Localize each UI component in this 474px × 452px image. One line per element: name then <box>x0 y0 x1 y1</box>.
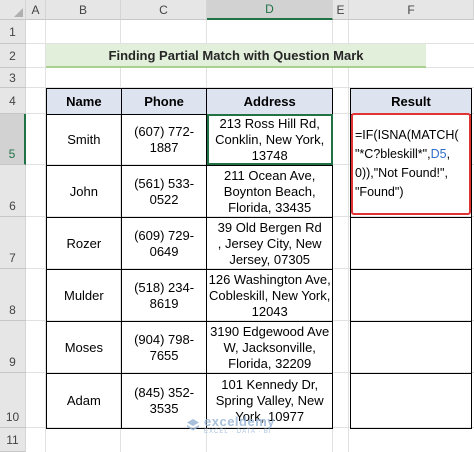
select-all-corner[interactable] <box>0 0 26 20</box>
formula-text: , <box>446 147 451 161</box>
row-header-5[interactable]: 5 <box>0 114 26 165</box>
address-line: 13748 <box>251 148 288 163</box>
address-cell[interactable]: 3190 Edgewood Ave W, Jacksonville, Florida… <box>206 321 333 374</box>
phone-line: 7655 <box>149 347 179 363</box>
row-header-7[interactable]: 7 <box>0 217 26 269</box>
address-line: 211 Ocean Ave, <box>224 167 316 183</box>
phone-line: 1887 <box>149 140 179 155</box>
column-header-e[interactable]: E <box>333 0 349 20</box>
formula-cell-reference: D5 <box>430 147 447 161</box>
formula-line: "*C?bleskill*",D5, <box>355 145 469 164</box>
name-cell[interactable]: John <box>46 165 122 218</box>
address-line: 101 Kennedy Dr, <box>221 377 319 392</box>
address-line: 39 Old Bergen Rd <box>217 219 322 235</box>
phone-line: (609) 729- <box>134 227 195 243</box>
address-cell[interactable]: 126 Washington Ave, Cobleskill, New York,… <box>206 269 333 322</box>
address-line: 3190 Edgewood Ave <box>210 323 330 339</box>
row-header-6[interactable]: 6 <box>0 165 26 217</box>
watermark-name: exceldemy <box>204 414 275 429</box>
phone-cell[interactable]: (561) 533- 0522 <box>120 165 208 218</box>
phone-cell[interactable]: (518) 234- 8619 <box>120 269 208 322</box>
exceldemy-logo-icon <box>187 418 199 430</box>
phone-line: 0522 <box>149 191 179 207</box>
name-cell[interactable]: Smith <box>46 114 122 166</box>
header-phone[interactable]: Phone <box>120 88 208 115</box>
address-cell[interactable]: 211 Ocean Ave, Boynton Beach, Florida, 334… <box>206 165 333 218</box>
address-line: 213 Ross Hill Rd, <box>219 116 320 131</box>
phone-line: (561) 533- <box>134 175 195 191</box>
name-cell[interactable]: Moses <box>46 321 122 374</box>
phone-line: 8619 <box>149 295 179 311</box>
row-header-8[interactable]: 8 <box>0 269 26 321</box>
table-row: Mulder (518) 234- 8619 126 Washington Ave… <box>46 269 333 322</box>
sheet-title[interactable]: Finding Partial Match with Question Mark <box>46 44 426 68</box>
phone-cell[interactable]: (904) 798- 7655 <box>120 321 208 374</box>
address-cell[interactable]: 213 Ross Hill Rd, Conklin, New York, 13748 <box>206 114 333 166</box>
address-line: Florida, 33435 <box>228 199 312 215</box>
phone-line: (607) 772- <box>134 124 195 139</box>
header-address[interactable]: Address <box>206 88 333 115</box>
row-header-2[interactable]: 2 <box>0 44 26 68</box>
row-header-9[interactable]: 9 <box>0 321 26 373</box>
name-cell[interactable]: Mulder <box>46 269 122 322</box>
address-line: Florida, 32209 <box>228 355 312 371</box>
row-header-3[interactable]: 3 <box>0 68 26 88</box>
address-line: Boynton Beach, <box>223 183 316 199</box>
phone-cell[interactable]: (609) 729- 0649 <box>120 217 208 270</box>
result-cell[interactable] <box>350 321 472 374</box>
address-line: 126 Washington Ave, <box>208 271 331 287</box>
phone-line: (518) 234- <box>134 279 195 295</box>
formula-line: 0)),"Not Found!", <box>355 166 448 180</box>
formula-line: "Found") <box>355 185 404 199</box>
table-row: Moses (904) 798- 7655 3190 Edgewood Ave W,… <box>46 321 333 374</box>
row-header-1[interactable]: 1 <box>0 20 26 44</box>
phone-line: 0649 <box>149 243 179 259</box>
header-name[interactable]: Name <box>46 88 122 115</box>
formula-text: "*C?bleskill*", <box>355 147 431 161</box>
exceldemy-watermark: exceldemy EXCEL · DATA · BI <box>186 414 275 435</box>
address-line: Conklin, New York, <box>215 132 325 147</box>
address-line: Cobleskill, New York, <box>208 287 331 303</box>
column-header-c[interactable]: C <box>121 0 207 20</box>
table-row: Rozer (609) 729- 0649 39 Old Bergen Rd, J… <box>46 217 333 270</box>
gridline <box>348 20 349 452</box>
header-result[interactable]: Result <box>350 88 472 115</box>
table-row: John (561) 533- 0522 211 Ocean Ave, Boynto… <box>46 165 333 218</box>
address-line: , Jersey City, New <box>217 235 322 251</box>
formula-edit-box[interactable]: =IF(ISNA(MATCH( "*C?bleskill*",D5, 0)),"… <box>351 113 471 215</box>
result-cell[interactable] <box>350 373 472 429</box>
row-header-10[interactable]: 10 <box>0 373 26 428</box>
phone-cell[interactable]: (607) 772- 1887 <box>120 114 208 166</box>
address-cell[interactable]: 39 Old Bergen Rd, Jersey City, New Jersey… <box>206 217 333 270</box>
phone-line: (845) 352- <box>134 385 195 400</box>
row-header-4[interactable]: 4 <box>0 88 26 114</box>
address-line: W, Jacksonville, <box>223 339 316 355</box>
address-line: 12043 <box>251 303 288 319</box>
table-row: Smith (607) 772- 1887 213 Ross Hill Rd, Co… <box>46 114 333 166</box>
formula-line: =IF(ISNA(MATCH( <box>355 128 459 142</box>
result-cell[interactable] <box>350 217 472 270</box>
address-line: Jersey, 07305 <box>229 251 311 267</box>
column-header-a[interactable]: A <box>26 0 46 20</box>
watermark-tagline: EXCEL · DATA · BI <box>204 429 272 435</box>
column-header-d[interactable]: D <box>207 0 333 20</box>
name-cell[interactable]: Adam <box>46 373 122 429</box>
name-cell[interactable]: Rozer <box>46 217 122 270</box>
phone-line: (904) 798- <box>134 331 195 347</box>
result-cell[interactable] <box>350 269 472 322</box>
address-line: Spring Valley, New <box>215 393 324 408</box>
column-header-b[interactable]: B <box>46 0 121 20</box>
column-header-f[interactable]: F <box>349 0 474 20</box>
data-table: Name Phone Address Smith (607) 772- 1887 … <box>46 88 333 429</box>
row-header-11[interactable]: 11 <box>0 428 26 452</box>
